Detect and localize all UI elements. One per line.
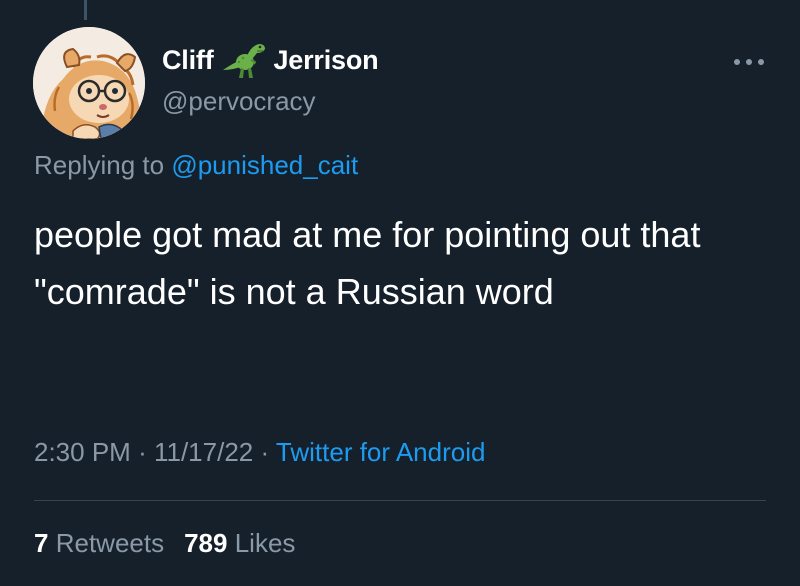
replying-to-handle-link[interactable]: @punished_cait bbox=[171, 150, 358, 180]
replying-to-line: Replying to @punished_cait bbox=[34, 150, 358, 181]
t-rex-icon bbox=[221, 40, 267, 80]
author-avatar[interactable] bbox=[33, 27, 145, 139]
meta-separator: · bbox=[260, 437, 270, 467]
retweets-stat[interactable]: 7 Retweets bbox=[34, 528, 164, 558]
likes-label: Likes bbox=[234, 528, 296, 558]
more-dot bbox=[734, 59, 740, 65]
author-display-name[interactable]: Cliff Jerrison bbox=[162, 40, 379, 80]
stats-divider bbox=[34, 500, 766, 501]
thread-connector-line bbox=[84, 0, 87, 20]
more-dot bbox=[746, 59, 752, 65]
more-horizontal-icon[interactable] bbox=[734, 58, 764, 66]
engagement-stats: 7 Retweets 789 Likes bbox=[34, 528, 295, 559]
tweet-time[interactable]: 2:30 PM bbox=[34, 437, 131, 467]
tweet-source-link[interactable]: Twitter for Android bbox=[276, 437, 486, 467]
likes-count: 789 bbox=[184, 528, 228, 558]
author-name-last: Jerrison bbox=[273, 44, 379, 75]
tweet-date[interactable]: 11/17/22 bbox=[154, 437, 253, 467]
author-handle[interactable]: @pervocracy bbox=[162, 86, 316, 117]
retweets-count: 7 bbox=[34, 528, 49, 558]
more-dot bbox=[758, 59, 764, 65]
tweet-text: people got mad at me for pointing out th… bbox=[34, 214, 701, 312]
retweets-label: Retweets bbox=[55, 528, 165, 558]
replying-to-label: Replying to bbox=[34, 150, 165, 180]
tweet-metadata: 2:30 PM · 11/17/22 · Twitter for Android bbox=[34, 437, 485, 468]
author-name-first: Cliff bbox=[162, 44, 214, 75]
meta-separator: · bbox=[138, 437, 147, 467]
hamster-avatar-icon bbox=[33, 27, 145, 139]
likes-stat[interactable]: 789 Likes bbox=[184, 528, 295, 558]
